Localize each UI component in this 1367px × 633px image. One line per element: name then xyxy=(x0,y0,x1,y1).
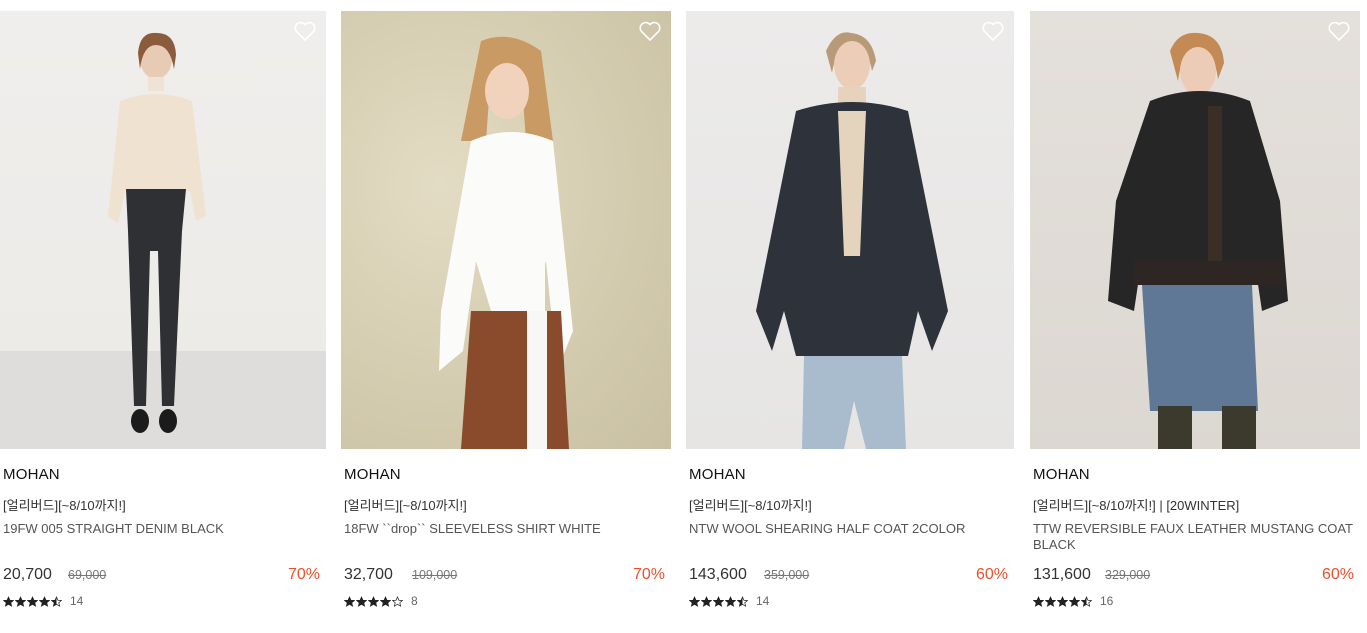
rating: 14 xyxy=(3,594,83,608)
original-price: 69,000 xyxy=(68,568,107,582)
product-name[interactable]: TTW REVERSIBLE FAUX LEATHER MUSTANG COAT… xyxy=(1033,521,1356,553)
star-rating xyxy=(3,595,63,607)
star-rating xyxy=(1033,595,1093,607)
discount-rate: 60% xyxy=(1321,566,1354,583)
star-half-icon xyxy=(737,595,748,607)
product-name[interactable]: 18FW ``drop`` SLEEVELESS SHIRT WHITE xyxy=(344,521,667,537)
rating: 16 xyxy=(1033,594,1113,608)
sale-price: 32,700 xyxy=(344,566,393,583)
star-icon xyxy=(701,595,712,607)
product-grid: MOHAN [얼리버드][~8/10까지!] 19FW 005 STRAIGHT… xyxy=(0,0,1367,633)
review-count: 8 xyxy=(411,594,418,608)
wishlist-heart-icon[interactable] xyxy=(638,20,662,42)
star-half-icon xyxy=(51,595,62,607)
brand-name[interactable]: MOHAN xyxy=(689,466,746,483)
star-icon xyxy=(713,595,724,607)
product-name[interactable]: NTW WOOL SHEARING HALF COAT 2COLOR xyxy=(689,521,1010,537)
product-image[interactable] xyxy=(1030,11,1360,449)
star-icon xyxy=(689,595,700,607)
product-name[interactable]: 19FW 005 STRAIGHT DENIM BLACK xyxy=(3,521,322,537)
star-icon xyxy=(344,595,355,607)
star-icon xyxy=(39,595,50,607)
product-card[interactable]: MOHAN [얼리버드][~8/10까지!] | [20WINTER] TTW … xyxy=(1030,11,1360,626)
sale-price: 20,700 xyxy=(3,566,52,583)
star-empty-icon xyxy=(392,595,403,607)
star-icon xyxy=(1057,595,1068,607)
product-card[interactable]: MOHAN [얼리버드][~8/10까지!] 19FW 005 STRAIGHT… xyxy=(0,11,326,626)
brand-name[interactable]: MOHAN xyxy=(344,466,401,483)
star-icon xyxy=(380,595,391,607)
wishlist-heart-icon[interactable] xyxy=(1327,20,1351,42)
brand-name[interactable]: MOHAN xyxy=(1033,466,1090,483)
rating: 8 xyxy=(344,594,418,608)
product-image[interactable] xyxy=(686,11,1014,449)
promo-label: [얼리버드][~8/10까지!] xyxy=(689,498,812,513)
review-count: 16 xyxy=(1100,594,1114,608)
star-rating xyxy=(689,595,749,607)
star-icon xyxy=(368,595,379,607)
star-icon xyxy=(356,595,367,607)
star-icon xyxy=(27,595,38,607)
sale-price: 131,600 xyxy=(1033,566,1091,583)
star-half-icon xyxy=(1081,595,1092,607)
discount-rate: 60% xyxy=(975,566,1008,583)
rating: 14 xyxy=(689,594,769,608)
star-rating xyxy=(344,595,404,607)
star-icon xyxy=(725,595,736,607)
original-price: 109,000 xyxy=(412,568,458,582)
discount-rate: 70% xyxy=(632,566,665,583)
review-count: 14 xyxy=(70,594,84,608)
star-icon xyxy=(1069,595,1080,607)
star-icon xyxy=(15,595,26,607)
wishlist-heart-icon[interactable] xyxy=(981,20,1005,42)
product-image[interactable] xyxy=(341,11,671,449)
promo-label: [얼리버드][~8/10까지!] xyxy=(344,498,467,513)
review-count: 14 xyxy=(756,594,770,608)
promo-label: [얼리버드][~8/10까지!] xyxy=(3,498,126,513)
promo-label: [얼리버드][~8/10까지!] | [20WINTER] xyxy=(1033,498,1240,513)
star-icon xyxy=(3,595,14,607)
original-price: 359,000 xyxy=(764,568,810,582)
wishlist-heart-icon[interactable] xyxy=(293,20,317,42)
original-price: 329,000 xyxy=(1105,568,1151,582)
star-icon xyxy=(1033,595,1044,607)
product-card[interactable]: MOHAN [얼리버드][~8/10까지!] 18FW ``drop`` SLE… xyxy=(341,11,671,626)
sale-price: 143,600 xyxy=(689,566,747,583)
star-icon xyxy=(1045,595,1056,607)
product-image[interactable] xyxy=(0,11,326,449)
brand-name[interactable]: MOHAN xyxy=(3,466,60,483)
product-card[interactable]: MOHAN [얼리버드][~8/10까지!] NTW WOOL SHEARING… xyxy=(686,11,1014,626)
discount-rate: 70% xyxy=(287,566,320,583)
